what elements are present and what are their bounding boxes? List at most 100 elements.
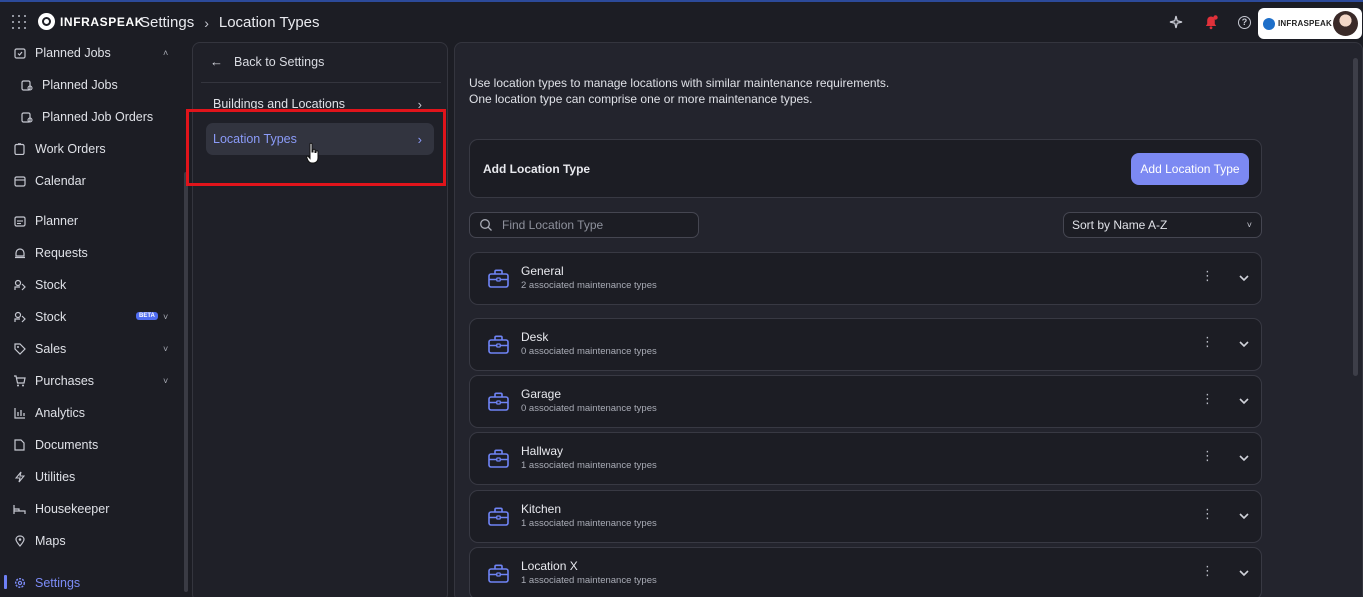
chevron-down-icon[interactable] [1238, 510, 1250, 522]
more-vertical-icon[interactable]: ⋮ [1201, 392, 1214, 405]
add-location-type-button[interactable]: Add Location Type [1131, 153, 1249, 185]
sidebar-item-planned-job-orders[interactable]: Planned Job Orders [0, 105, 182, 129]
chevron-down-icon[interactable] [1238, 272, 1250, 284]
sidebar-item-calendar[interactable]: Calendar [0, 169, 182, 193]
intro-line-1: Use location types to manage locations w… [469, 76, 890, 90]
breadcrumb: Settings › Location Types [140, 14, 320, 31]
chevron-down-icon[interactable]: ˅ [163, 312, 168, 322]
location-type-row[interactable]: Location X 1 associated maintenance types… [469, 547, 1262, 597]
main-scrollbar[interactable] [1353, 58, 1358, 376]
location-type-name: Hallway [521, 444, 564, 458]
sidebar-item-label: Work Orders [35, 142, 106, 156]
location-type-name: General [521, 264, 564, 278]
document-icon [13, 439, 26, 452]
briefcase-icon [488, 449, 509, 468]
chevron-down-icon[interactable]: ˅ [163, 344, 168, 354]
briefcase-icon [488, 564, 509, 583]
sidebar-item-stock[interactable]: Stock [0, 273, 182, 297]
sidebar-item-label: Stock [35, 310, 67, 324]
sidebar-item-label: Planned Job Orders [42, 110, 154, 124]
avatar [1333, 11, 1358, 36]
intro-text: Use location types to manage locations w… [469, 75, 889, 107]
sidebar-item-planner[interactable]: Planner [0, 209, 182, 233]
sidebar: Planned Jobs ˄ Planned Jobs Planned Job … [0, 42, 182, 597]
notifications-bell-icon[interactable] [1203, 14, 1219, 30]
calendar-icon [13, 175, 26, 188]
location-type-count: 0 associated maintenance types [521, 346, 657, 357]
back-label: Back to Settings [234, 54, 325, 69]
back-to-settings-link[interactable]: ← Back to Settings [210, 54, 324, 69]
divider [201, 82, 441, 83]
search-input[interactable]: Find Location Type [469, 212, 699, 238]
location-type-row[interactable]: Kitchen 1 associated maintenance types ⋮ [469, 490, 1262, 543]
sidebar-item-label: Settings [35, 576, 81, 590]
sidebar-item-stock-beta[interactable]: Stock BETA ˅ [0, 305, 182, 329]
sidebar-item-purchases[interactable]: Purchases ˅ [0, 369, 182, 393]
chevron-down-icon: ˅ [1246, 220, 1252, 230]
calendar-check-icon [13, 47, 26, 60]
breadcrumb-location-types: Location Types [218, 14, 320, 31]
intro-line-2: One location type can comprise one or mo… [469, 92, 813, 106]
sidebar-item-analytics[interactable]: Analytics [0, 401, 182, 425]
planner-icon [13, 215, 26, 228]
bolt-icon [13, 471, 26, 484]
location-type-row[interactable]: Desk 0 associated maintenance types ⋮ [469, 318, 1262, 371]
sparkle-icon[interactable] [1168, 14, 1184, 30]
sidebar-scrollbar[interactable] [184, 172, 188, 592]
add-card-title: Add Location Type [483, 162, 591, 176]
sidebar-item-maps[interactable]: Maps [0, 529, 182, 553]
sidebar-item-housekeeper[interactable]: Housekeeper [0, 497, 182, 521]
chevron-up-icon[interactable]: ˄ [163, 48, 168, 58]
more-vertical-icon[interactable]: ⋮ [1201, 564, 1214, 577]
chevron-down-icon[interactable] [1238, 395, 1250, 407]
sidebar-item-planned-jobs-sub[interactable]: Planned Jobs [0, 73, 182, 97]
sidebar-item-label: Utilities [35, 470, 76, 484]
profile-button[interactable]: INFRASPEAK [1258, 8, 1362, 39]
sidebar-item-label: Planned Jobs [35, 46, 111, 60]
location-type-name: Location X [521, 559, 578, 573]
brand-name: INFRASPEAK [60, 14, 145, 29]
bed-icon [13, 503, 26, 516]
sidebar-item-sales[interactable]: Sales ˅ [0, 337, 182, 361]
more-vertical-icon[interactable]: ⋮ [1201, 335, 1214, 348]
top-bar: INFRASPEAK Settings › Location Types ? I… [0, 2, 1363, 42]
sidebar-item-label: Maps [35, 534, 66, 548]
chevron-down-icon[interactable] [1238, 567, 1250, 579]
sidebar-item-utilities[interactable]: Utilities [0, 465, 182, 489]
calendar-gear-icon [20, 111, 33, 124]
sidebar-item-label: Sales [35, 342, 67, 356]
help-icon[interactable]: ? [1238, 15, 1251, 29]
chevron-down-icon[interactable] [1238, 338, 1250, 350]
location-type-row[interactable]: Garage 0 associated maintenance types ⋮ [469, 375, 1262, 428]
more-vertical-icon[interactable]: ⋮ [1201, 449, 1214, 462]
chevron-down-icon[interactable]: ˅ [163, 376, 168, 386]
breadcrumb-settings[interactable]: Settings [140, 14, 194, 31]
sidebar-item-work-orders[interactable]: Work Orders [0, 137, 182, 161]
top-actions: ? [1168, 14, 1251, 30]
location-type-count: 2 associated maintenance types [521, 280, 657, 291]
sidebar-item-documents[interactable]: Documents [0, 433, 182, 457]
sidebar-item-label: Calendar [35, 174, 86, 188]
chevron-down-icon[interactable] [1238, 452, 1250, 464]
sidebar-item-label: Requests [35, 246, 88, 260]
sort-select[interactable]: Sort by Name A-Z ˅ [1063, 212, 1262, 238]
more-vertical-icon[interactable]: ⋮ [1201, 507, 1214, 520]
location-type-name: Kitchen [521, 502, 562, 516]
brand-logo[interactable]: INFRASPEAK [38, 13, 144, 30]
search-icon [480, 219, 492, 231]
briefcase-icon [488, 335, 509, 354]
location-type-name: Garage [521, 387, 562, 401]
sidebar-item-planned-jobs[interactable]: Planned Jobs ˄ [0, 41, 182, 65]
apps-grid-icon[interactable] [12, 15, 26, 29]
location-type-row[interactable]: Hallway 1 associated maintenance types ⋮ [469, 432, 1262, 485]
sidebar-item-label: Housekeeper [35, 502, 110, 516]
calendar-gear-icon [20, 79, 33, 92]
bell-request-icon [13, 247, 26, 260]
more-vertical-icon[interactable]: ⋮ [1201, 269, 1214, 282]
sidebar-item-requests[interactable]: Requests [0, 241, 182, 265]
sidebar-item-settings[interactable]: Settings [0, 571, 182, 595]
location-type-row[interactable]: General 2 associated maintenance types ⋮ [469, 252, 1262, 305]
stock-icon [13, 279, 26, 292]
search-placeholder: Find Location Type [502, 218, 604, 232]
location-type-name: Desk [521, 330, 549, 344]
